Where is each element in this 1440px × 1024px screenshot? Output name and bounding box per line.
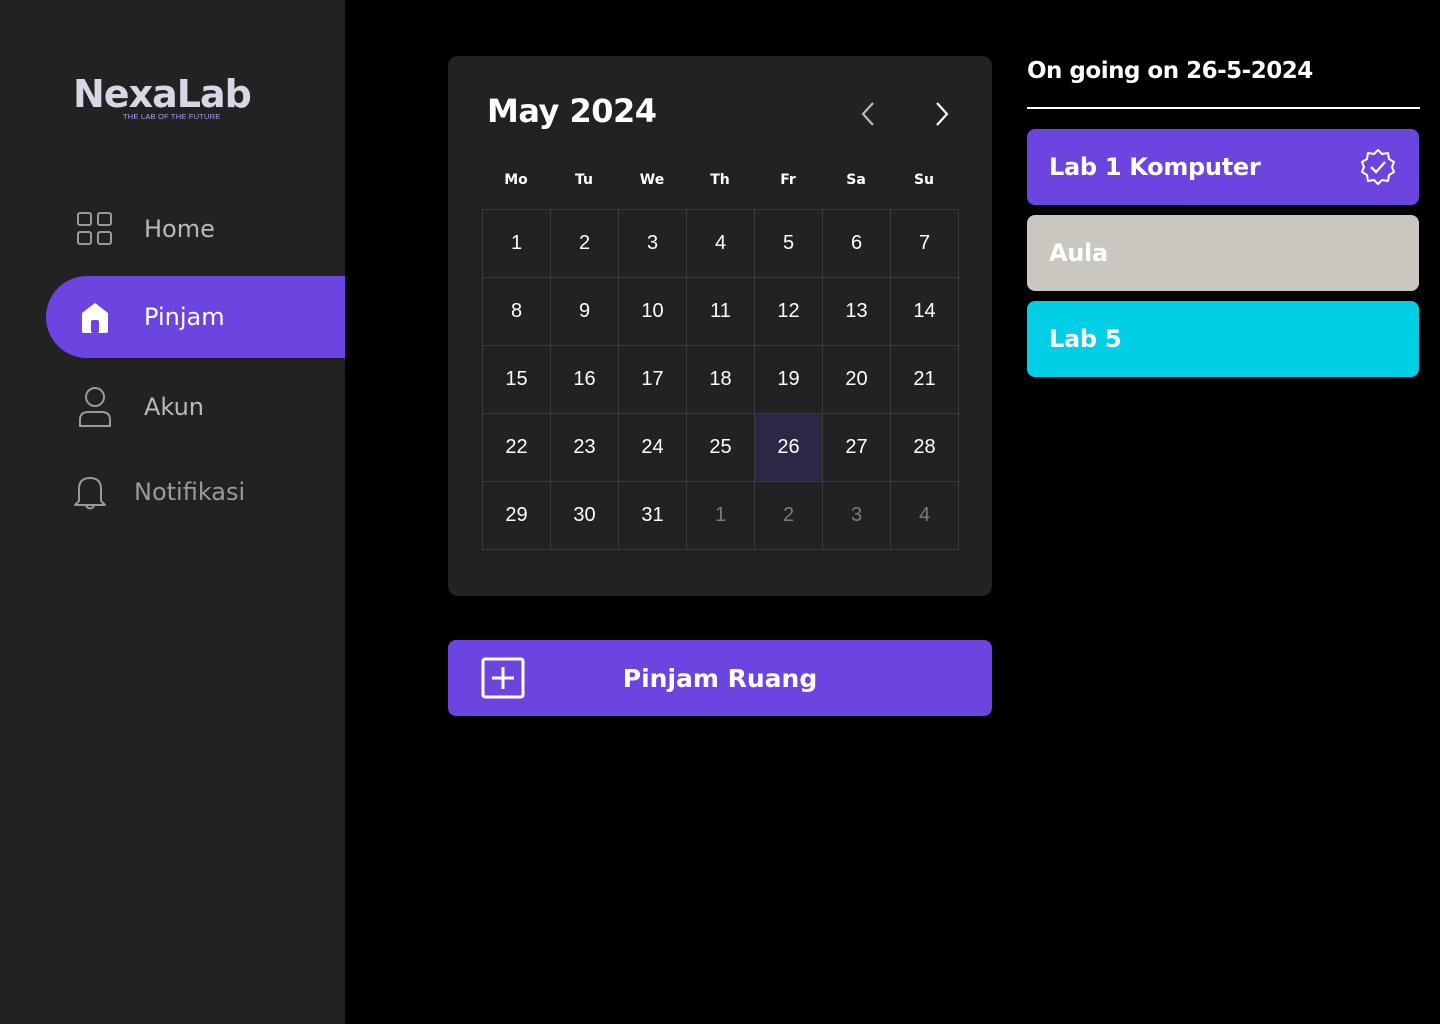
calendar-day[interactable]: 12 [755,278,823,346]
weekday-label: Su [913,172,935,188]
weekday-label: Fr [780,172,796,188]
calendar-day[interactable]: 29 [483,482,551,550]
calendar-day[interactable]: 2 [755,482,823,550]
grid-icon [76,209,114,249]
calendar-day[interactable]: 16 [551,346,619,414]
calendar-day[interactable]: 28 [891,414,959,482]
calendar-day[interactable]: 21 [891,346,959,414]
chevron-right-icon [936,102,949,126]
weekday-label: Th [710,172,730,188]
user-icon [76,387,114,427]
calendar-day[interactable]: 11 [687,278,755,346]
calendar-day[interactable]: 13 [823,278,891,346]
calendar-day[interactable]: 31 [619,482,687,550]
weekday-label: Sa [846,172,866,188]
weekday-label: Tu [575,172,593,188]
calendar-title: May 2024 [487,92,657,130]
chevron-left-icon [861,102,874,126]
calendar-day[interactable]: 17 [619,346,687,414]
brand-logo[interactable]: NexaLab THE LAB OF THE FUTURE [73,68,273,121]
room-label: Aula [1049,239,1108,267]
calendar-day[interactable]: 4 [891,482,959,550]
calendar-day[interactable]: 14 [891,278,959,346]
calendar-day[interactable]: 1 [483,210,551,278]
calendar-day[interactable]: 1 [687,482,755,550]
sidebar-item-pinjam[interactable]: Pinjam [46,276,345,358]
pinjam-ruang-button[interactable]: Pinjam Ruang [448,640,992,716]
calendar-grid: 1 2 3 4 5 6 7 8 9 10 11 12 13 14 15 16 17 18 19 20 21 22 23 24 2… [482,209,959,550]
calendar-day[interactable]: 27 [823,414,891,482]
bell-icon [71,472,109,512]
calendar-day[interactable]: 18 [687,346,755,414]
ongoing-title: On going on 26-5-2024 [1027,58,1313,84]
calendar-day[interactable]: 2 [551,210,619,278]
sidebar-item-home[interactable]: Home [46,188,345,270]
calendar-day[interactable]: 23 [551,414,619,482]
calendar-day[interactable]: 7 [891,210,959,278]
calendar-day[interactable]: 4 [687,210,755,278]
weekday-label: Mo [504,172,528,188]
calendar-day-selected[interactable]: 26 [755,414,823,482]
room-card-aula[interactable]: Aula [1027,215,1419,291]
home-icon [76,297,114,337]
calendar-day[interactable]: 30 [551,482,619,550]
calendar-day[interactable]: 8 [483,278,551,346]
sidebar-item-label: Notifikasi [134,478,246,506]
sidebar-item-label: Akun [144,393,204,421]
calendar-day[interactable]: 6 [823,210,891,278]
calendar-day[interactable]: 25 [687,414,755,482]
room-label: Lab 1 Komputer [1049,153,1261,181]
calendar-day[interactable]: 10 [619,278,687,346]
calendar-day[interactable]: 3 [619,210,687,278]
calendar-day[interactable]: 19 [755,346,823,414]
previous-month-button[interactable] [854,100,882,128]
calendar-day[interactable]: 24 [619,414,687,482]
weekday-label: We [639,172,665,188]
sidebar: NexaLab THE LAB OF THE FUTURE Home Pinja… [0,0,345,1024]
sidebar-item-notifikasi[interactable]: Notifikasi [46,451,345,533]
weekday-header: Mo Tu We Th Fr Sa Su [482,172,958,188]
calendar-day[interactable]: 22 [483,414,551,482]
calendar-day[interactable]: 9 [551,278,619,346]
pinjam-ruang-label: Pinjam Ruang [622,663,818,693]
sidebar-item-label: Home [144,215,215,243]
brand-tagline: THE LAB OF THE FUTURE [123,112,221,121]
calendar-day[interactable]: 5 [755,210,823,278]
room-card-lab-5[interactable]: Lab 5 [1027,301,1419,377]
divider [1027,107,1420,109]
calendar-day[interactable]: 15 [483,346,551,414]
room-card-lab-1-komputer[interactable]: Lab 1 Komputer [1027,129,1419,205]
verified-badge-icon [1361,149,1395,185]
calendar-day[interactable]: 3 [823,482,891,550]
sidebar-item-label: Pinjam [144,303,225,331]
sidebar-item-akun[interactable]: Akun [46,366,345,448]
calendar: May 2024 Mo Tu We Th Fr Sa Su 1 2 3 4 5 6 7 8 9 10 11 12 1… [448,56,992,596]
room-label: Lab 5 [1049,325,1122,353]
calendar-day[interactable]: 20 [823,346,891,414]
next-month-button[interactable] [928,100,956,128]
